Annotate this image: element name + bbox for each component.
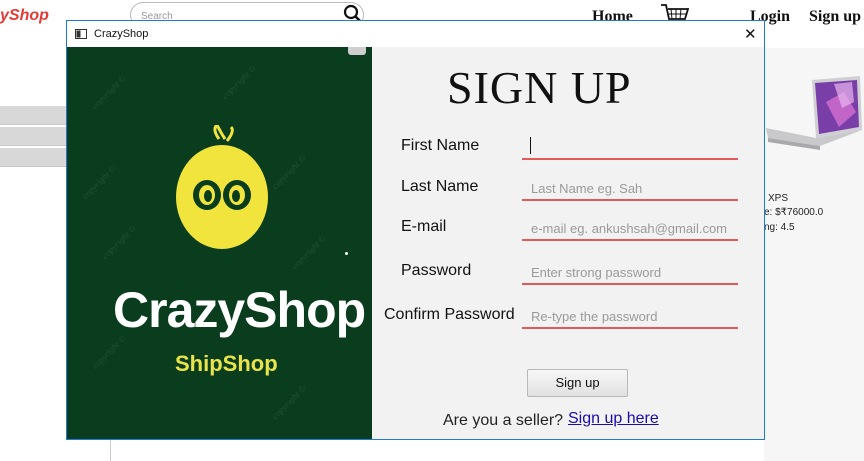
signup-dialog: CrazyShop ✕ copyright © copyright © copy…	[66, 20, 765, 440]
brand-name: CrazyShop	[113, 282, 366, 338]
brand-panel: copyright © copyright © copyright © copy…	[67, 47, 372, 439]
email-placeholder: e-mail eg. ankushsah@gmail.com	[531, 221, 728, 236]
window-icon	[75, 29, 87, 39]
confirm-password-field[interactable]: Re-type the password	[522, 303, 738, 329]
form-heading: SIGN UP	[447, 62, 632, 113]
nav-signup[interactable]: Sign up	[809, 8, 861, 26]
shop-logo[interactable]: yShop	[0, 7, 49, 25]
mascot-logo	[176, 125, 268, 249]
brand-tagline: ShipShop	[175, 351, 278, 376]
password-placeholder: Enter strong password	[531, 265, 662, 280]
product-image	[766, 76, 862, 150]
watermark: copyright ©	[89, 73, 128, 111]
watermark: copyright ©	[79, 163, 118, 201]
last-name-label: Last Name	[401, 178, 479, 195]
email-label: E-mail	[401, 218, 447, 235]
seller-signup-link[interactable]: Sign up here	[568, 410, 659, 428]
password-label: Password	[401, 262, 472, 279]
last-name-placeholder: Last Name eg. Sah	[531, 181, 643, 196]
product-name: XPS	[768, 193, 789, 204]
sidebar-item[interactable]	[0, 106, 66, 125]
confirm-password-placeholder: Re-type the password	[531, 309, 658, 324]
email-field[interactable]: e-mail eg. ankushsah@gmail.com	[522, 215, 738, 241]
password-field[interactable]: Enter strong password	[522, 259, 738, 285]
first-name-field[interactable]	[522, 134, 738, 160]
last-name-field[interactable]: Last Name eg. Sah	[522, 175, 738, 201]
sidebar-item[interactable]	[0, 127, 66, 146]
first-name-label: First Name	[401, 137, 480, 154]
close-icon[interactable]: ✕	[744, 25, 757, 43]
window-title: CrazyShop	[94, 28, 149, 40]
scroll-handle[interactable]	[348, 47, 366, 55]
watermark: copyright ©	[99, 223, 138, 261]
sidebar-item[interactable]	[0, 148, 66, 167]
confirm-password-label: Confirm Password	[384, 306, 515, 323]
text-caret	[530, 137, 531, 154]
watermark: copyright ©	[269, 383, 308, 421]
product-price: e: $₹76000.0	[764, 207, 824, 218]
signup-button[interactable]: Sign up	[527, 369, 628, 397]
seller-prompt: Are you a seller?	[443, 412, 564, 429]
watermark: copyright ©	[289, 233, 328, 271]
title-bar[interactable]: CrazyShop ✕	[67, 21, 764, 47]
signup-form: SIGN UP First Name Last Name Last Name e…	[372, 47, 764, 439]
cursor-dot	[345, 252, 348, 255]
watermark: copyright ©	[219, 63, 258, 101]
product-rating: ng: 4.5	[764, 222, 795, 233]
